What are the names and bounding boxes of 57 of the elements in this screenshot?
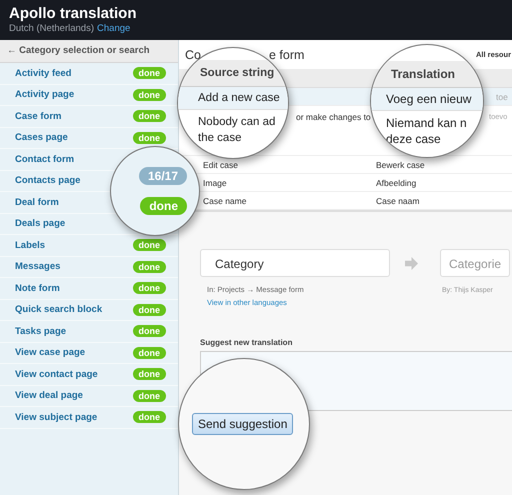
translation-field: Categorie <box>440 249 510 277</box>
category-link[interactable]: Deal form <box>15 196 59 208</box>
category-link[interactable]: Activity feed <box>15 68 72 79</box>
send-button[interactable]: Send suggestion <box>192 413 294 435</box>
arrow-icon <box>405 257 418 270</box>
status-badge: done <box>132 304 166 316</box>
category-link[interactable]: Contact form <box>15 154 74 165</box>
status-badge: done <box>132 67 166 80</box>
status-badge: done <box>132 110 166 122</box>
table-cell-text: deze case <box>386 131 442 147</box>
status-badge: done <box>132 132 166 144</box>
category-link[interactable]: View subject page <box>15 412 98 423</box>
status-badge: done <box>140 197 187 215</box>
category-link[interactable]: Contacts page <box>15 175 80 186</box>
change-link[interactable]: Change <box>97 23 130 34</box>
status-badge: done <box>132 88 166 101</box>
source-cell-text: Case name <box>202 196 248 206</box>
language-label: Dutch (Netherlands) <box>9 23 94 34</box>
table-cell-text: Nobody can ad <box>198 115 276 130</box>
translation-cell-text: toe <box>496 92 509 102</box>
page-title: Co <box>185 48 201 62</box>
category-link[interactable]: Case form <box>15 110 62 122</box>
table-cell: Add a new case <box>178 87 288 110</box>
status-badge: done <box>132 239 166 252</box>
category-link[interactable]: Labels <box>15 240 46 251</box>
category-link[interactable]: Cases page <box>15 132 68 144</box>
page-title: e form <box>268 48 304 62</box>
status-badge: done <box>132 260 166 273</box>
translation-cell-text: Afbeelding <box>376 178 418 188</box>
category-link[interactable]: Activity page <box>15 89 74 100</box>
category-link[interactable]: Quick search block <box>15 304 102 316</box>
source-cell-text: Edit case <box>202 160 239 170</box>
category-link[interactable]: View deal page <box>15 390 83 402</box>
category-link[interactable]: Tasks page <box>15 326 66 337</box>
category-link[interactable]: View contact page <box>15 368 98 380</box>
status-badge: done <box>132 325 166 338</box>
source-cell-text: Image <box>202 178 228 188</box>
status-badge: done <box>132 282 166 294</box>
translation-cell-text: Bewerk case <box>376 160 426 170</box>
app-title: Apollo translation <box>9 5 138 22</box>
source-cell-text: or make changes to <box>296 112 372 122</box>
category-link[interactable]: Note form <box>15 282 60 294</box>
status-badge: done <box>132 346 166 359</box>
status-badge: done <box>132 368 166 380</box>
status-badge: done <box>132 390 166 402</box>
status-badge: done <box>132 411 166 424</box>
table-cell: Voeg een nieuw <box>371 88 483 111</box>
category-link[interactable]: Deals page <box>15 218 66 230</box>
source-field: Category <box>200 249 390 277</box>
table-cell-text: Niemand kan n <box>386 115 468 131</box>
back-link[interactable]: ← Category selection or search <box>0 40 178 63</box>
translation-cell-text: Case naam <box>376 196 420 206</box>
table-cell-text: the case <box>198 131 242 146</box>
suggest-label: Suggest new translation <box>200 338 294 347</box>
category-link[interactable]: Messages <box>15 261 60 272</box>
status-badge: 16/17 <box>138 167 187 185</box>
category-link[interactable]: View case page <box>15 347 86 358</box>
